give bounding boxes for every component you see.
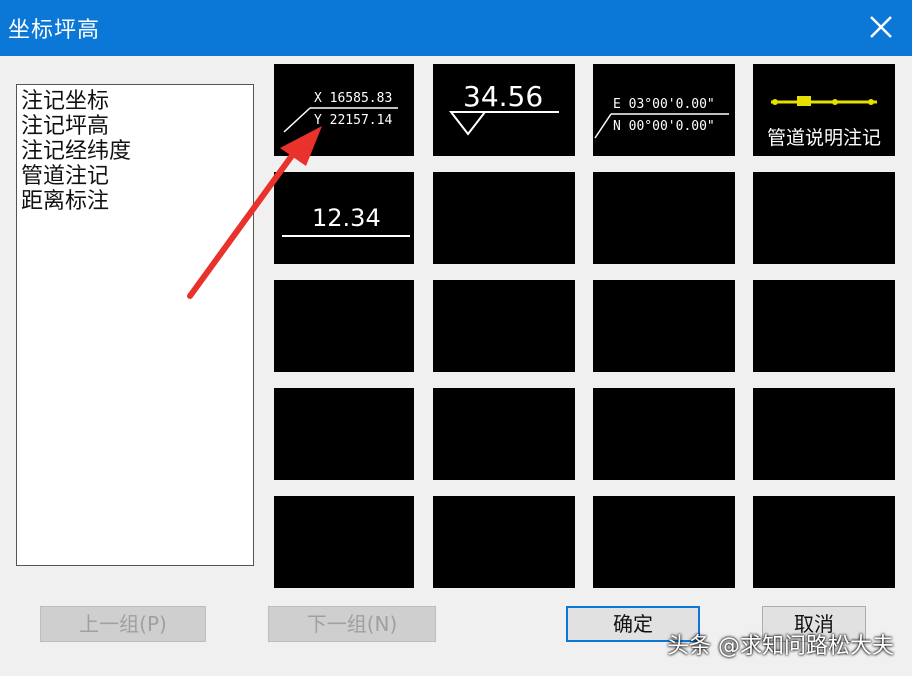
- tile-empty[interactable]: [274, 280, 414, 372]
- tile-empty[interactable]: [753, 280, 895, 372]
- coord-y-text: Y 22157.14: [314, 113, 392, 128]
- tile-distance[interactable]: 12.34: [274, 172, 414, 264]
- tile-empty[interactable]: [593, 280, 735, 372]
- tile-empty[interactable]: [753, 496, 895, 588]
- lonlat-n-text: N 00°00'0.00": [613, 119, 715, 134]
- tile-lonlat[interactable]: E 03°00'0.00" N 00°00'0.00": [593, 64, 735, 156]
- annotation-type-list[interactable]: 注记坐标 注记坪高 注记经纬度 管道注记 距离标注: [16, 84, 254, 566]
- next-group-button[interactable]: 下一组(N): [268, 606, 436, 642]
- tile-empty[interactable]: [433, 388, 575, 480]
- tile-empty[interactable]: [753, 388, 895, 480]
- tile-empty[interactable]: [274, 496, 414, 588]
- prev-group-button[interactable]: 上一组(P): [40, 606, 206, 642]
- lonlat-symbol: E 03°00'0.00" N 00°00'0.00": [594, 97, 729, 139]
- pipe-label: 管道说明注记: [767, 127, 881, 149]
- tile-empty[interactable]: [753, 172, 895, 264]
- list-item-pipe[interactable]: 管道注记: [21, 164, 253, 189]
- tile-pipe[interactable]: 管道说明注记: [753, 64, 895, 156]
- tile-empty[interactable]: [593, 388, 735, 480]
- tile-empty[interactable]: [593, 496, 735, 588]
- elevation-value: 34.56: [463, 80, 543, 113]
- tile-empty[interactable]: [593, 172, 735, 264]
- title-bar: 坐标坪高: [0, 0, 912, 56]
- close-icon[interactable]: [866, 12, 896, 42]
- elevation-symbol: 34.56: [448, 80, 559, 136]
- coordinate-symbol: X 16585.83 Y 22157.14: [283, 91, 398, 133]
- tile-empty[interactable]: [433, 496, 575, 588]
- watermark: 头条 @求知问路松大夫: [667, 634, 894, 659]
- list-item-elevation[interactable]: 注记坪高: [21, 114, 253, 139]
- tile-empty[interactable]: [274, 388, 414, 480]
- list-item-lonlat[interactable]: 注记经纬度: [21, 139, 253, 164]
- dialog-title: 坐标坪高: [8, 18, 101, 43]
- tile-empty[interactable]: [433, 280, 575, 372]
- list-item-coordinate[interactable]: 注记坐标: [21, 89, 253, 114]
- tile-coordinate[interactable]: X 16585.83 Y 22157.14: [274, 64, 414, 156]
- tile-empty[interactable]: [433, 172, 575, 264]
- list-item-distance[interactable]: 距离标注: [21, 189, 253, 214]
- tile-elevation[interactable]: 34.56: [433, 64, 575, 156]
- distance-symbol: 12.34: [282, 204, 410, 237]
- lonlat-e-text: E 03°00'0.00": [613, 97, 715, 112]
- coord-x-text: X 16585.83: [314, 91, 392, 106]
- distance-value: 12.34: [312, 204, 381, 232]
- pipe-symbol: 管道说明注记: [767, 96, 881, 149]
